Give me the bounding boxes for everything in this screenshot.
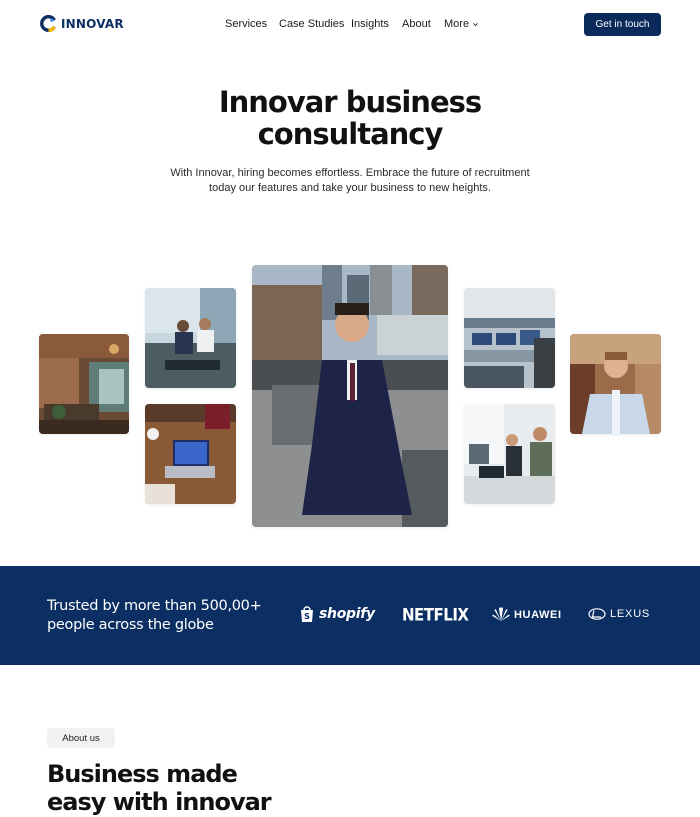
about-us-pill: About us [47, 728, 115, 748]
lexus-wordmark: LEXUS [610, 608, 651, 620]
netflix-wordmark: NETFLIX [402, 605, 469, 625]
netflix-logo: NETFLIX [402, 605, 469, 625]
hero-title-line2: consultancy [257, 117, 444, 151]
nav-more[interactable]: More [444, 18, 484, 30]
hero-subtitle: With Innovar, hiring becomes effortless.… [160, 166, 540, 196]
chevron-down-icon [473, 22, 478, 26]
nav-about[interactable]: About [402, 18, 442, 30]
lexus-emblem-icon [588, 608, 606, 620]
brand-logo[interactable]: INNOVAR [40, 15, 124, 32]
shopify-logo: S shopify [299, 605, 375, 623]
huawei-petal-icon [492, 607, 510, 621]
smiling-man-portrait-photo [570, 334, 661, 434]
laptop-collaboration-photo [145, 404, 236, 504]
shopify-bag-icon: S [301, 606, 313, 622]
svg-text:S: S [304, 612, 310, 621]
trust-line2: people across the globe [47, 617, 214, 633]
nav-more-label: More [444, 18, 470, 30]
about-title-line2: easy with innovar [47, 788, 272, 816]
brand-name: INNOVAR [61, 16, 124, 31]
developers-desk-photo [464, 404, 555, 504]
team-meeting-photo [145, 288, 236, 388]
trust-line1: Trusted by more than 500,00+ [47, 598, 262, 614]
hero-title: Innovar business consultancy [150, 86, 550, 150]
trust-text: Trusted by more than 500,00+ people acro… [47, 597, 287, 635]
nav-case-studies[interactable]: Case Studies [279, 18, 349, 30]
nav-insights[interactable]: Insights [351, 18, 391, 30]
open-office-photo [464, 288, 555, 388]
hero-subtitle-line2: today our features and take your busines… [209, 182, 491, 194]
shopify-wordmark: shopify [319, 606, 375, 622]
businessman-portrait-photo [252, 265, 448, 527]
hero-subtitle-line1: With Innovar, hiring becomes effortless.… [170, 167, 530, 179]
about-title: Business made easy with innovar [47, 760, 367, 816]
get-in-touch-button[interactable]: Get in touch [584, 13, 661, 36]
lexus-logo: LEXUS [588, 608, 650, 620]
huawei-wordmark: HUAWEI [514, 608, 562, 621]
top-nav: INNOVAR Services Case Studies Insights A… [0, 0, 700, 48]
innovar-logo-icon [40, 15, 56, 32]
about-title-line1: Business made [47, 760, 238, 788]
hero-title-line1: Innovar business [218, 85, 482, 119]
nav-services[interactable]: Services [225, 18, 275, 30]
huawei-logo: HUAWEI [492, 607, 562, 622]
office-lounge-photo [39, 334, 129, 434]
